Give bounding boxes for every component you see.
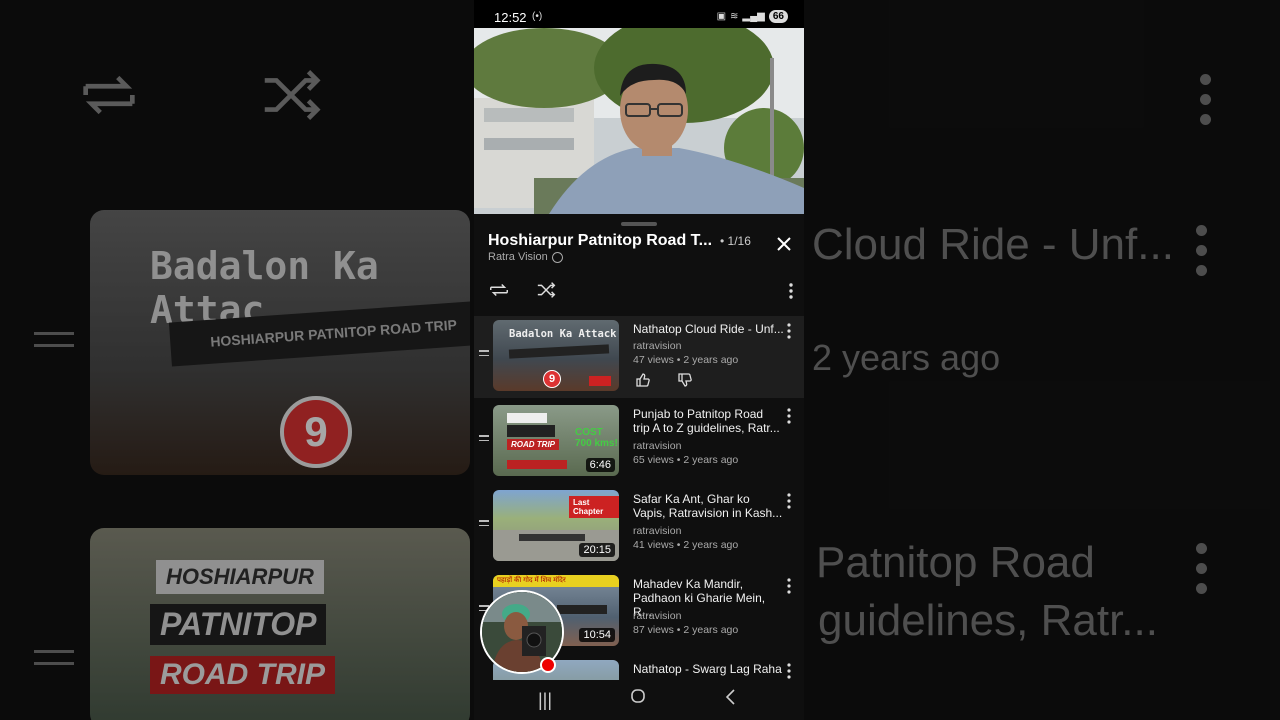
more-vert-icon <box>787 323 791 339</box>
video-title[interactable]: Nathatop Cloud Ride - Unf... <box>633 322 783 336</box>
thumb-label-bg <box>507 460 567 469</box>
playlist-item[interactable]: Badalon Ka Attack 9 Nathatop Cloud Ride … <box>474 316 804 398</box>
video-thumbnail[interactable]: Last Chapter 20:15 <box>493 490 619 561</box>
shuffle-button[interactable] <box>536 280 560 300</box>
video-title[interactable]: Punjab to Patnitop Road trip A to Z guid… <box>633 407 783 435</box>
more-vert-icon <box>787 578 791 594</box>
recents-button[interactable]: ||| <box>538 690 552 711</box>
thumb-cost: COST 700 kms! <box>575 427 618 449</box>
repeat-icon <box>490 283 508 297</box>
video-meta: 47 views • 2 years ago <box>633 354 739 366</box>
thumb-label-bg <box>507 413 547 423</box>
dislike-button[interactable] <box>677 372 693 393</box>
video-channel: ratravision <box>633 340 682 352</box>
cast-indicator-icon: (•) <box>532 11 543 22</box>
playlist-title[interactable]: Hoshiarpur Patnitop Road T... <box>488 232 712 250</box>
home-button[interactable] <box>630 688 646 709</box>
home-icon <box>631 689 645 703</box>
video-meta: 41 views • 2 years ago <box>633 539 739 551</box>
video-meta: 65 views • 2 years ago <box>633 454 739 466</box>
back-button[interactable] <box>724 688 738 711</box>
video-duration: 10:54 <box>579 628 615 642</box>
number-badge: 9 <box>543 370 561 388</box>
playlist-position: • 1/16 <box>720 234 751 248</box>
thumb-banner <box>519 534 585 541</box>
thumb-banner <box>508 344 610 359</box>
more-vert-icon <box>787 408 791 424</box>
video-title[interactable]: Nathatop - Swarg Lag Raha <box>633 662 783 676</box>
close-playlist-button[interactable] <box>774 234 794 254</box>
drag-handle-icon[interactable] <box>479 435 489 444</box>
playlist-item[interactable]: ROAD TRIP COST 700 kms! 6:46 Punjab to Pa… <box>474 401 804 483</box>
video-thumbnail[interactable]: ROAD TRIP COST 700 kms! 6:46 <box>493 405 619 476</box>
drag-handle-icon[interactable] <box>479 520 489 529</box>
panel-grabber[interactable] <box>621 222 657 226</box>
video-meta: 87 views • 2 years ago <box>633 624 739 636</box>
thumb-label: ROAD TRIP <box>507 439 559 450</box>
video-thumbnail[interactable]: Badalon Ka Attack 9 <box>493 320 619 391</box>
video-channel: ratravision <box>633 440 682 452</box>
playlist-channel-name: Ratra Vision <box>488 251 548 263</box>
thumb-label-bg <box>507 425 555 437</box>
thumbs-down-icon <box>678 373 692 387</box>
video-channel: ratravision <box>633 610 682 622</box>
more-vert-icon <box>787 493 791 509</box>
status-bar: 12:52 (•) ▣ ≋ ▂▄▆ 66 <box>474 0 804 28</box>
drag-handle-icon[interactable] <box>479 350 489 359</box>
like-button[interactable] <box>635 372 651 393</box>
playlist-position-value: 1/16 <box>727 234 751 248</box>
more-vert-icon <box>787 663 791 679</box>
video-player[interactable] <box>474 28 804 214</box>
video-title[interactable]: Safar Ka Ant, Ghar ko Vapis, Ratravision… <box>633 492 783 520</box>
wifi-icon: ≋ <box>730 11 739 22</box>
loop-button[interactable] <box>488 280 512 300</box>
shuffle-icon <box>537 282 556 298</box>
record-indicator-icon[interactable] <box>540 657 556 673</box>
video-duration: 6:46 <box>585 458 615 472</box>
back-icon <box>725 689 735 705</box>
thumb-label: Last Chapter <box>569 496 619 518</box>
item-more-button[interactable] <box>782 322 796 340</box>
cast-icon: ▣ <box>716 11 727 22</box>
status-time: 12:52 <box>494 10 527 25</box>
globe-icon <box>551 251 563 263</box>
thumb-label: पहाड़ों की गोद में शिव मंदिर <box>493 575 619 587</box>
thumb-banner <box>557 605 607 614</box>
playlist-more-button[interactable] <box>784 282 798 300</box>
signal-icon: ▂▄▆ <box>742 11 765 22</box>
phone-screen: 12:52 (•) ▣ ≋ ▂▄▆ 66 Hoshiarpur Patnitop… <box>474 0 804 720</box>
thumbs-up-icon <box>636 373 650 387</box>
item-more-button[interactable] <box>782 577 796 595</box>
thumb-label: Badalon Ka Attack <box>509 328 617 340</box>
system-nav-bar: ||| <box>474 680 804 720</box>
item-more-button[interactable] <box>782 407 796 425</box>
playlist-item[interactable]: Last Chapter 20:15 Safar Ka Ant, Ghar ko… <box>474 486 804 568</box>
close-icon <box>777 237 791 251</box>
item-more-button[interactable] <box>782 492 796 510</box>
thumb-logo <box>589 376 611 386</box>
video-channel: ratravision <box>633 525 682 537</box>
playlist-channel[interactable]: Ratra Vision <box>488 251 563 263</box>
video-duration: 20:15 <box>579 543 615 557</box>
video-frame <box>474 28 804 214</box>
item-more-button[interactable] <box>782 662 796 680</box>
battery-icon: 66 <box>768 10 788 23</box>
more-vert-icon <box>789 283 793 299</box>
